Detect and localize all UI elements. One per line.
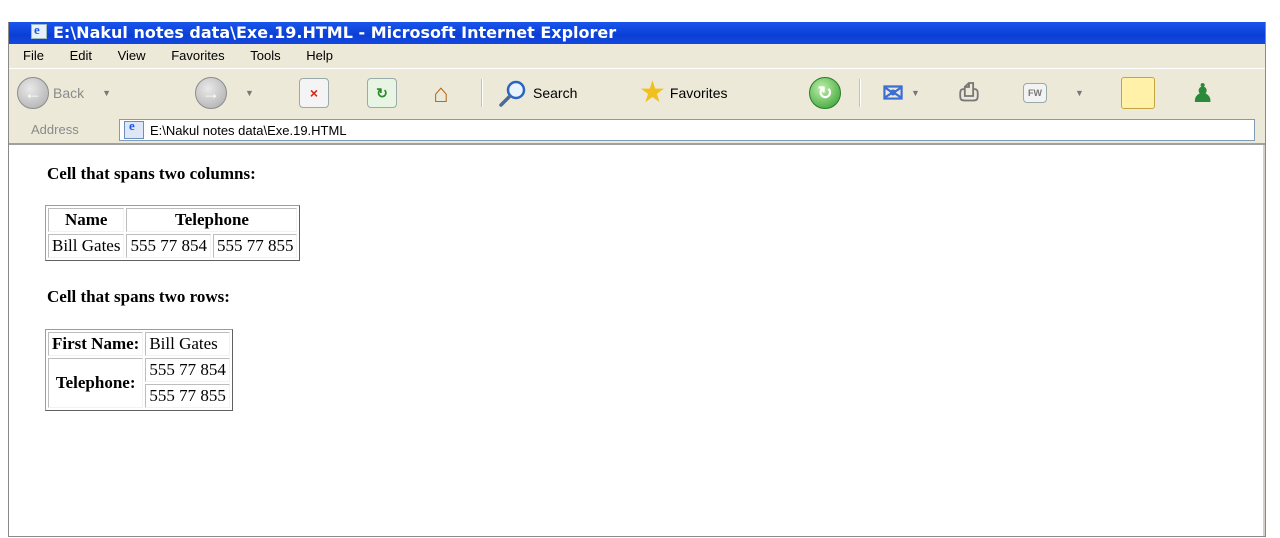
table-row: Telephone: 555 77 854 [48, 358, 230, 408]
table-rowspan: First Name: Bill Gates Telephone: 555 77… [45, 329, 233, 411]
history-button[interactable]: ↻ [809, 77, 841, 109]
menu-view[interactable]: View [118, 44, 146, 68]
header-name: Name [48, 208, 125, 232]
home-icon: ⌂ [433, 77, 449, 108]
toolbar-separator [481, 79, 483, 107]
heading-colspan: Cell that spans two columns: [47, 164, 256, 183]
favorites-button[interactable]: ★ Favorites [639, 77, 727, 109]
refresh-button[interactable]: ↻ [367, 77, 397, 109]
table-colspan: Name Telephone Bill Gates 555 77 854 555… [45, 205, 301, 261]
forward-arrow-icon: → [195, 77, 227, 109]
menu-bar: File Edit View Favorites Tools Help [9, 44, 1265, 68]
search-label: Search [533, 85, 578, 101]
cell-phone-1: 555 77 854 [126, 234, 211, 258]
forward-dropdown-icon[interactable]: ▼ [245, 88, 254, 98]
favorites-star-icon: ★ [639, 76, 666, 109]
stop-button[interactable]: × [299, 77, 329, 109]
window-title: E:\Nakul notes data\Exe.19.HTML - Micros… [53, 23, 617, 42]
cell-name: Bill Gates [48, 234, 125, 258]
browser-window: E:\Nakul notes data\Exe.19.HTML - Micros… [8, 22, 1266, 537]
menu-help[interactable]: Help [306, 44, 333, 68]
right-edge [1263, 145, 1265, 536]
favorites-label: Favorites [669, 85, 728, 101]
search-button[interactable]: Search [497, 77, 577, 109]
page-content: Cell that spans two columns: Name Teleph… [9, 145, 1265, 536]
address-url: E:\Nakul notes data\Exe.19.HTML [150, 122, 347, 138]
menu-tools[interactable]: Tools [250, 44, 280, 68]
print-button[interactable]: ⎙ [955, 77, 983, 109]
edit-button[interactable]: FW ▼ [1023, 77, 1084, 109]
search-icon [499, 80, 526, 107]
home-button[interactable]: ⌂ [427, 77, 455, 109]
label-first-name: First Name: [48, 332, 144, 356]
label-telephone: Telephone: [48, 358, 144, 408]
toolbar: ← Back ▼ → ▼ × ↻ ⌂ Search ★ Favorites ↻ … [9, 68, 1265, 117]
edit-icon: FW [1023, 83, 1047, 103]
back-button[interactable]: ← Back ▼ [17, 77, 111, 109]
menu-file[interactable]: File [23, 44, 44, 68]
toolbar-separator [859, 79, 861, 107]
cell-phone-2: 555 77 855 [212, 234, 298, 258]
page-icon [124, 118, 144, 139]
messenger-button[interactable]: ♟ [1191, 77, 1214, 109]
menu-edit[interactable]: Edit [70, 44, 92, 68]
mail-button[interactable]: ✉ ▼ [879, 77, 920, 109]
table-row: First Name: Bill Gates [48, 332, 230, 356]
cell-phone-2: 555 77 855 [145, 384, 230, 408]
edit-dropdown-icon[interactable]: ▼ [1075, 88, 1084, 98]
print-icon: ⎙ [959, 79, 979, 106]
table-row: Name Telephone [48, 208, 298, 232]
cell-first-name: Bill Gates [145, 332, 230, 356]
back-label: Back [53, 85, 85, 101]
address-label: Address [31, 122, 79, 137]
cell-phone-1: 555 77 854 [145, 358, 230, 382]
heading-rowspan: Cell that spans two rows: [47, 287, 230, 306]
mail-dropdown-icon[interactable]: ▼ [911, 88, 920, 98]
refresh-icon: ↻ [367, 78, 397, 108]
title-bar: E:\Nakul notes data\Exe.19.HTML - Micros… [9, 22, 1265, 44]
stop-icon: × [299, 78, 329, 108]
back-arrow-icon: ← [17, 77, 49, 109]
menu-favorites[interactable]: Favorites [171, 44, 224, 68]
history-icon: ↻ [809, 77, 841, 109]
address-input[interactable]: E:\Nakul notes data\Exe.19.HTML [119, 118, 1255, 141]
header-telephone: Telephone [126, 208, 298, 232]
discuss-button[interactable] [1121, 77, 1155, 109]
table-row: Bill Gates 555 77 854 555 77 855 [48, 234, 298, 258]
forward-button[interactable]: → ▼ [195, 77, 254, 109]
address-bar: Address E:\Nakul notes data\Exe.19.HTML [9, 117, 1265, 145]
mail-icon: ✉ [882, 77, 904, 108]
back-dropdown-icon[interactable]: ▼ [102, 88, 111, 98]
discuss-note-icon [1121, 77, 1155, 109]
messenger-icon: ♟ [1191, 77, 1215, 108]
ie-icon [31, 22, 47, 41]
